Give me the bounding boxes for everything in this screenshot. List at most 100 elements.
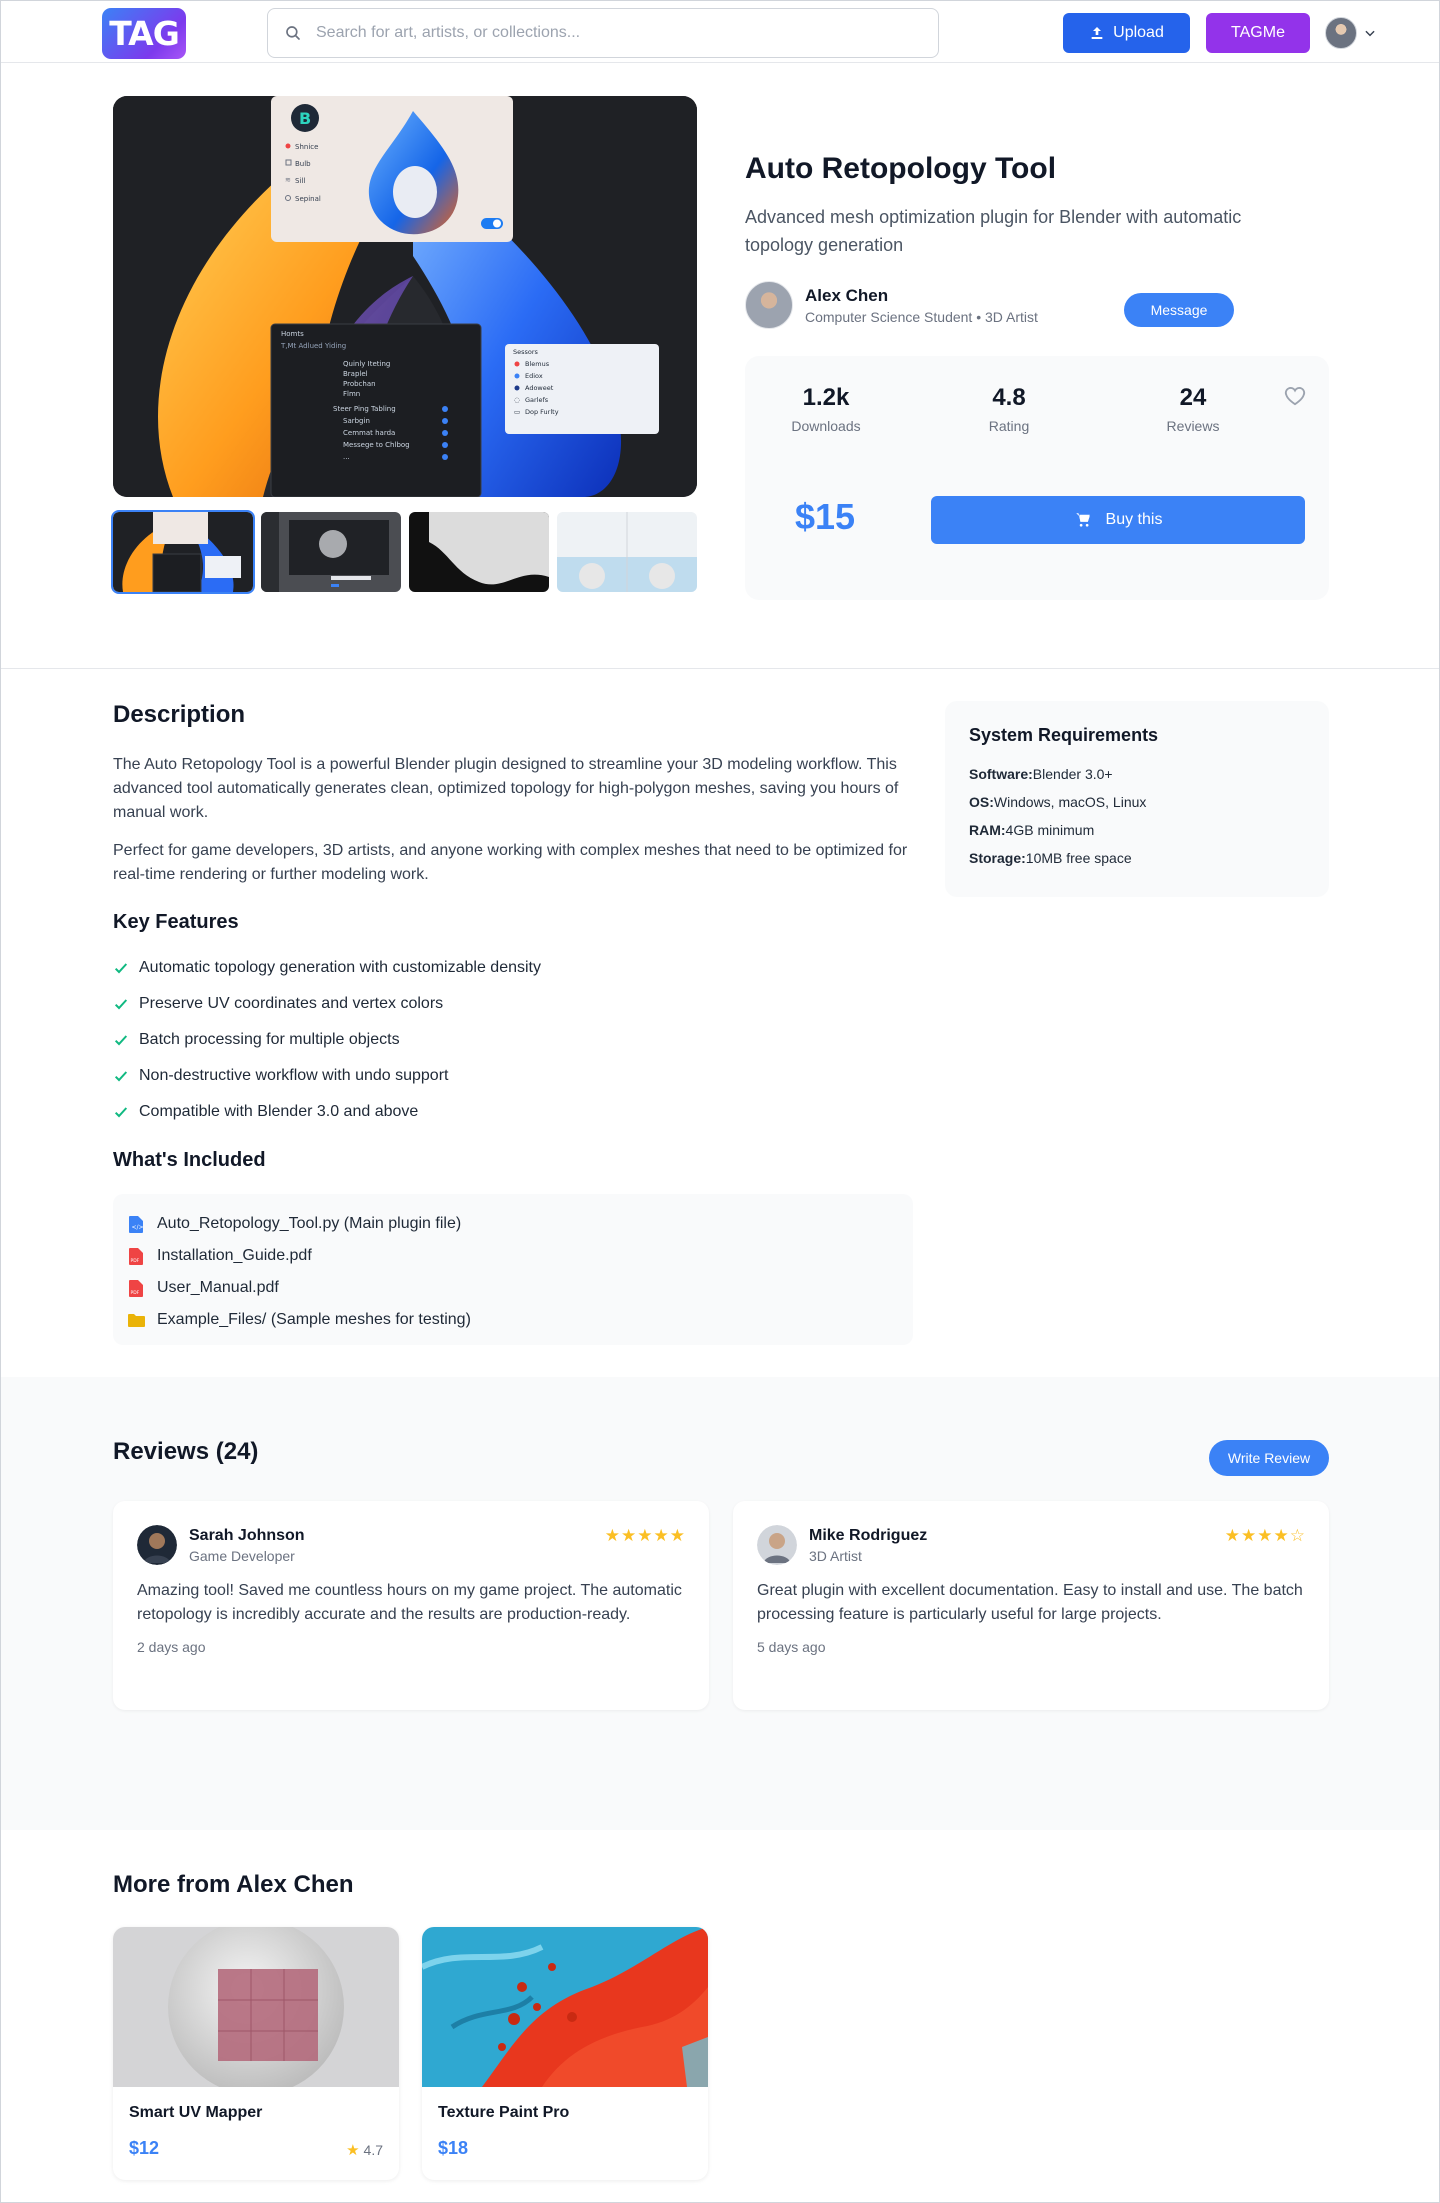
upload-button[interactable]: Upload [1063,13,1190,53]
file-item[interactable]: PDF User_Manual.pdf [127,1272,899,1304]
tag-logo[interactable]: TAG [102,8,186,59]
svg-text:Homts: Homts [281,330,304,338]
check-icon [114,999,128,1010]
stat-rating: 4.8 Rating [944,384,1074,434]
svg-text:Sepinal: Sepinal [295,195,321,203]
svg-text:Ediox: Ediox [525,372,543,380]
file-item[interactable]: Example_Files/ (Sample meshes for testin… [127,1304,899,1336]
svg-text:B: B [299,109,311,128]
check-icon [114,1035,128,1046]
pdf-icon: PDF [129,1279,143,1297]
thumbnail-4[interactable] [557,512,697,592]
stat-label: Rating [988,418,1030,434]
seller-name[interactable]: Alex Chen [805,286,1038,306]
folder-icon [127,1314,145,1327]
svg-text:Sarbgin: Sarbgin [343,417,370,425]
product-subtitle: Advanced mesh optimization plugin for Bl… [745,207,1242,255]
svg-text:≋: ≋ [285,176,291,184]
upload-label: Upload [1113,24,1164,41]
file-item[interactable]: </> Auto_Retopology_Tool.py (Main plugin… [127,1208,899,1240]
thumbnail-3[interactable] [409,512,549,592]
check-icon [114,1107,128,1118]
requirement-ram: RAM:4GB minimum [969,822,1095,838]
svg-text:▭: ▭ [514,408,520,416]
product-card[interactable]: Smart UV Mapper $12 ★ 4.7 [113,1927,399,2180]
svg-text:Blemus: Blemus [525,360,550,368]
purchase-card: 1.2k Downloads 4.8 Rating 24 Reviews $15 Buy th… [745,356,1329,600]
reviewer-role: 3D Artist [809,1547,862,1564]
star-icon: ★ [1241,1526,1257,1545]
svg-text:◌: ◌ [514,396,520,404]
svg-text:Garlefs: Garlefs [525,396,549,404]
star-icon: ★ [637,1526,653,1545]
reviews-title: Reviews (24) [113,1438,259,1465]
description-section: Description The Auto Retopology Tool is … [1,669,1439,1377]
star-icon: ★ [346,2142,360,2159]
seller-avatar [745,281,793,329]
system-requirements-card: System Requirements Software:Blender 3.0… [945,701,1329,897]
avatar [1325,17,1357,49]
seller-role: Computer Science Student • 3D Artist [805,308,1038,325]
review-card: Sarah Johnson Game Developer ★ ★ ★ ★ ★ Amazi… [113,1501,709,1710]
tagme-button[interactable]: TAGMe [1206,13,1310,53]
system-requirements-title: System Requirements [969,725,1159,745]
product-name[interactable]: Smart UV Mapper [129,2104,262,2122]
star-icon: ★ [604,1526,620,1545]
list-item: Automatic topology generation with custo… [113,950,541,986]
product-thumbnail [113,1927,399,2087]
write-review-button[interactable]: Write Review [1209,1440,1329,1476]
chevron-down-icon [1365,30,1375,37]
svg-text:Bulb: Bulb [295,160,311,168]
star-outline-icon: ☆ [1289,1526,1305,1545]
stat-reviews: 24 Reviews [1128,384,1258,434]
blender-ui-artwork: B Shnice Bulb ≋ Sill Sepinal Homts T,Mt A… [113,96,697,497]
search-bar[interactable] [267,8,939,58]
key-features-title: Key Features [113,911,239,933]
product-price: $18 [438,2138,469,2158]
review-text: Great plugin with excellent documentatio… [757,1582,1303,1623]
heart-icon[interactable] [1284,386,1306,411]
thumbnail-1[interactable] [111,510,255,594]
file-item[interactable]: PDF Installation_Guide.pdf [127,1240,899,1272]
review-text: Amazing tool! Saved me countless hours o… [137,1582,682,1623]
search-input[interactable] [316,9,938,57]
svg-text:PDF: PDF [131,1258,140,1264]
description-paragraph-1: The Auto Retopology Tool is a powerful B… [113,756,899,821]
requirement-software: Software:Blender 3.0+ [969,766,1113,782]
key-features-list: Automatic topology generation with custo… [113,950,541,1130]
seller-info[interactable]: Alex Chen Computer Science Student • 3D … [745,281,1038,329]
message-button[interactable]: Message [1124,293,1234,327]
thumbnail-strip [111,510,697,594]
svg-text:T,Mt Adlued Yiding: T,Mt Adlued Yiding [280,342,346,350]
product-card[interactable]: Texture Paint Pro $18 [422,1927,708,2180]
list-item: Compatible with Blender 3.0 and above [113,1094,541,1130]
cart-icon [1075,513,1090,527]
buy-label: Buy this [1105,511,1163,528]
thumbnail-2[interactable] [261,512,401,592]
star-icon: ★ [1257,1526,1273,1545]
star-rating: ★ ★ ★ ★ ★ [605,1527,685,1544]
star-icon: ★ [669,1526,685,1545]
star-icon: ★ [1224,1526,1240,1545]
svg-text:Sill: Sill [295,177,305,185]
svg-text:Shnice: Shnice [295,143,318,151]
description-title: Description [113,701,246,728]
product-hero: B Shnice Bulb ≋ Sill Sepinal Homts T,Mt A… [1,63,1439,669]
review-date: 5 days ago [757,1639,826,1655]
product-thumbnail [422,1927,708,2087]
top-nav: TAG Upload TAGMe [1,1,1439,63]
svg-text:Dop Furlty: Dop Furlty [525,408,559,416]
requirement-os: OS:Windows, macOS, Linux [969,794,1147,810]
svg-text:Messege to Chlbog: Messege to Chlbog [343,441,410,449]
buy-button[interactable]: Buy this [931,496,1305,544]
review-date: 2 days ago [137,1639,206,1655]
product-name[interactable]: Texture Paint Pro [438,2104,569,2122]
user-menu[interactable] [1325,17,1377,49]
product-price: $15 [795,496,856,537]
product-rating: ★ 4.7 [346,2142,383,2159]
svg-text:Braplel: Braplel [343,370,368,378]
reviewer-role: Game Developer [189,1547,295,1564]
product-main-image[interactable]: B Shnice Bulb ≋ Sill Sepinal Homts T,Mt A… [113,96,697,497]
svg-text:Cemmat harda: Cemmat harda [343,429,395,437]
product-price: $12 [129,2138,160,2158]
